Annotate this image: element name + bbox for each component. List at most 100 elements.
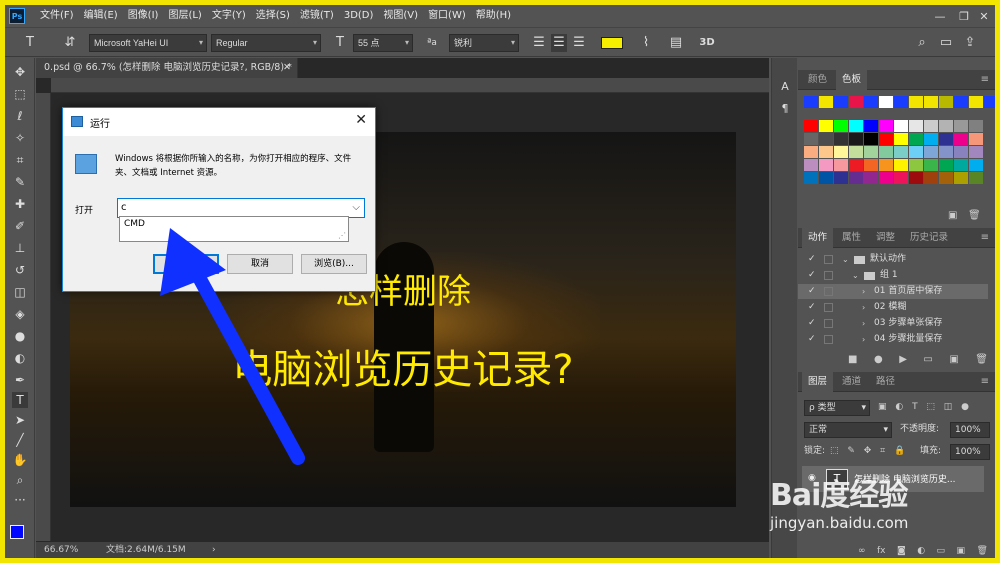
action-row[interactable]: ✓ › 03 步骤单张保存 (798, 316, 988, 331)
warp-text-icon[interactable]: ⌇ (637, 34, 655, 52)
swatch[interactable] (819, 120, 833, 132)
swatch[interactable] (834, 159, 848, 171)
swatch[interactable] (939, 159, 953, 171)
fx-icon[interactable]: fx (877, 546, 886, 556)
tab-color[interactable]: 颜色 (802, 70, 833, 90)
swatch[interactable] (894, 146, 908, 158)
swatch[interactable] (819, 159, 833, 171)
hand-tool-icon[interactable]: ✋ (12, 452, 28, 468)
swatch[interactable] (954, 172, 968, 184)
chevron-down-icon[interactable]: ⌄ (852, 268, 859, 283)
line-tool-icon[interactable]: ╱ (12, 432, 28, 448)
history-brush-tool-icon[interactable]: ↺ (12, 262, 28, 278)
menu-layer[interactable]: 图层(L) (163, 5, 206, 27)
magic-wand-tool-icon[interactable]: ✧ (12, 130, 28, 146)
swatch[interactable] (849, 96, 863, 108)
canvas-title-line2[interactable]: 电脑浏览历史记录? (70, 337, 736, 395)
dialog-toggle-box[interactable] (824, 335, 833, 344)
chevron-right-icon[interactable]: › (862, 300, 865, 315)
swatch[interactable] (924, 146, 938, 158)
swatch[interactable] (879, 146, 893, 158)
check-icon[interactable]: ✓ (808, 284, 816, 299)
zoom-level[interactable]: 66.67% (44, 542, 78, 558)
swatch[interactable] (894, 172, 908, 184)
pen-tool-icon[interactable]: ✒ (12, 372, 28, 388)
swatch[interactable] (819, 133, 833, 145)
type-tool-icon[interactable]: T (12, 392, 28, 408)
dialog-toggle-box[interactable] (824, 271, 833, 280)
swatch[interactable] (864, 120, 878, 132)
swatch[interactable] (819, 172, 833, 184)
lasso-tool-icon[interactable]: ℓ (12, 108, 28, 124)
swatch[interactable] (939, 120, 953, 132)
new-swatch-icon[interactable]: ▣ (948, 210, 957, 221)
font-family-select[interactable]: Microsoft YaHei UI ▾ (89, 34, 207, 52)
ok-button[interactable]: 确定 (153, 254, 219, 274)
panel-menu-icon[interactable]: ≡ (981, 228, 989, 248)
path-selection-tool-icon[interactable]: ➤ (12, 412, 28, 428)
mask-icon[interactable]: ◙ (897, 546, 906, 556)
layer-filter-select[interactable]: ρ 类型 ▾ (804, 400, 870, 416)
brush-tool-icon[interactable]: ✐ (12, 218, 28, 234)
menu-type[interactable]: 文字(Y) (207, 5, 251, 27)
new-action-icon[interactable]: ▣ (949, 354, 958, 365)
check-icon[interactable]: ✓ (808, 252, 816, 267)
new-set-icon[interactable]: ▭ (923, 354, 932, 365)
panel-menu-icon[interactable]: ≡ (981, 372, 989, 392)
swatch[interactable] (924, 159, 938, 171)
eyedropper-tool-icon[interactable]: ✎ (12, 174, 28, 190)
lock-icons[interactable]: ⬚ ✎ ✥ ⌗ 🔒 (830, 444, 908, 460)
check-icon[interactable]: ✓ (808, 332, 816, 347)
close-tab-icon[interactable]: ✕ (283, 58, 291, 78)
dialog-title-bar[interactable]: 运行 ✕ (63, 108, 375, 136)
dialog-toggle-box[interactable] (824, 255, 833, 264)
workspace-icon[interactable]: ▭ (937, 34, 955, 52)
paragraph-icon[interactable]: ¶ (778, 102, 792, 116)
antialias-select[interactable]: 锐利 ▾ (449, 34, 519, 52)
move-tool-icon[interactable]: ✥ (12, 64, 28, 80)
text-orientation-icon[interactable]: ⇵ (61, 34, 79, 52)
minimize-icon[interactable]: — (927, 5, 953, 27)
tab-channels[interactable]: 通道 (836, 372, 867, 392)
menu-edit[interactable]: 编辑(E) (79, 5, 123, 27)
check-icon[interactable]: ✓ (808, 268, 816, 283)
swatch[interactable] (804, 159, 818, 171)
dialog-toggle-box[interactable] (824, 319, 833, 328)
swatch[interactable] (849, 133, 863, 145)
swatch[interactable] (924, 133, 938, 145)
dialog-toggle-box[interactable] (824, 303, 833, 312)
swatch[interactable] (879, 133, 893, 145)
action-row[interactable]: ✓ ⌄ 组 1 (798, 268, 988, 283)
record-icon[interactable]: ● (874, 354, 883, 365)
paint-bucket-tool-icon[interactable]: ◈ (12, 306, 28, 322)
swatch[interactable] (879, 172, 893, 184)
chevron-right-icon[interactable]: › (862, 316, 865, 331)
swatch[interactable] (909, 159, 923, 171)
search-icon[interactable]: ⌕ (913, 34, 931, 52)
swatch[interactable] (954, 146, 968, 158)
swatch[interactable] (969, 120, 983, 132)
share-icon[interactable]: ⇪ (961, 34, 979, 52)
swatch[interactable] (969, 96, 983, 108)
menu-image[interactable]: 图像(I) (123, 5, 164, 27)
swatch[interactable] (969, 172, 983, 184)
chevron-right-icon[interactable]: › (212, 542, 216, 558)
zoom-tool-icon[interactable]: ⌕ (12, 472, 28, 488)
fill-input[interactable]: 100% (950, 444, 990, 460)
clone-stamp-tool-icon[interactable]: ⊥ (12, 240, 28, 256)
panel-menu-icon[interactable]: ≡ (981, 70, 989, 90)
swatch[interactable] (849, 120, 863, 132)
swatch[interactable] (834, 146, 848, 158)
swatch[interactable] (954, 120, 968, 132)
check-icon[interactable]: ✓ (808, 300, 816, 315)
dodge-tool-icon[interactable]: ◐ (12, 350, 28, 366)
group-icon[interactable]: ▭ (937, 546, 946, 556)
swatch[interactable] (864, 172, 878, 184)
menu-window[interactable]: 窗口(W) (423, 5, 471, 27)
chevron-down-icon[interactable]: ⌵ (352, 199, 360, 217)
blur-tool-icon[interactable]: ● (12, 328, 28, 344)
cancel-button[interactable]: 取消 (227, 254, 293, 274)
swatch[interactable] (894, 133, 908, 145)
swatch[interactable] (984, 96, 995, 108)
swatch[interactable] (864, 159, 878, 171)
